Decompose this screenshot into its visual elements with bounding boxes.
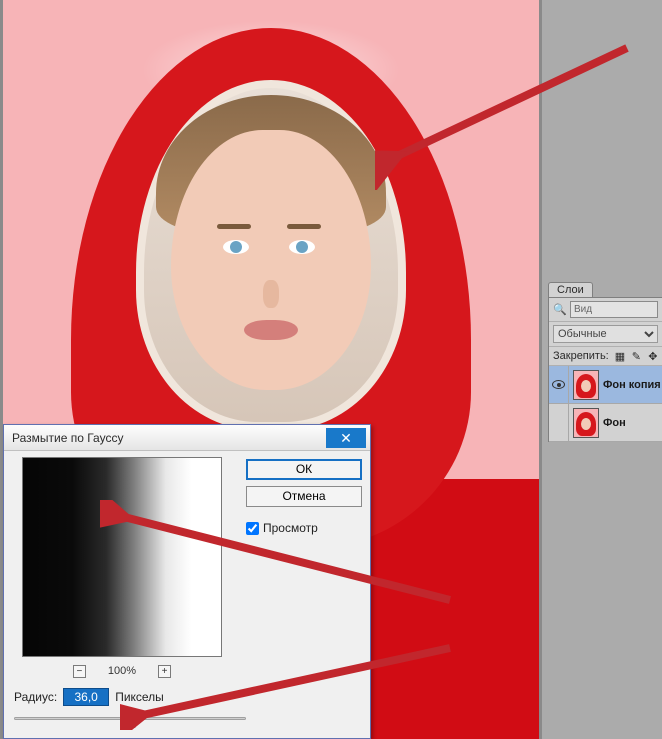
dialog-body: − 100% + ОК Отмена Просмотр Радиус: Пикс… [4, 451, 370, 738]
zoom-level: 100% [108, 665, 136, 677]
lock-position-icon[interactable]: ✥ [648, 350, 658, 362]
radius-unit: Пикселы [115, 690, 164, 704]
layers-panel-tabstrip: Слои [548, 282, 662, 298]
blend-mode-select[interactable]: Обычные [553, 325, 658, 343]
preview-checkbox-label: Просмотр [263, 521, 318, 535]
gaussian-blur-dialog: Размытие по Гауссу ✕ − 100% + ОК Отмена … [3, 424, 371, 739]
layer-row-active[interactable]: Фон копия [549, 366, 662, 404]
cancel-button[interactable]: Отмена [246, 486, 362, 507]
lips-shape [244, 320, 298, 340]
preview-checkbox[interactable] [246, 522, 259, 535]
close-button[interactable]: ✕ [326, 428, 366, 448]
radius-row: Радиус: Пикселы [14, 688, 164, 706]
layer-filter-input[interactable] [570, 301, 658, 318]
eye-left [223, 240, 249, 254]
layer-row[interactable]: Фон [549, 404, 662, 442]
search-icon: 🔍 [553, 303, 567, 317]
nose-shape [263, 280, 279, 308]
layer-visibility-toggle[interactable] [549, 404, 569, 441]
eye-right [289, 240, 315, 254]
blur-preview[interactable] [22, 457, 222, 657]
radius-input[interactable] [63, 688, 109, 706]
lock-label: Закрепить: [553, 350, 609, 362]
layers-tab[interactable]: Слои [548, 282, 593, 298]
dialog-titlebar[interactable]: Размытие по Гауссу ✕ [4, 425, 370, 451]
layer-name[interactable]: Фон [603, 417, 626, 429]
brow-left [217, 224, 251, 229]
face-shape [171, 130, 371, 390]
lock-transparency-icon[interactable]: ▦ [615, 350, 625, 362]
layer-name[interactable]: Фон копия [603, 379, 661, 391]
lock-row: Закрепить: ▦ ✎ ✥ [549, 347, 662, 366]
preview-checkbox-row[interactable]: Просмотр [246, 521, 362, 535]
dialog-title: Размытие по Гауссу [12, 431, 123, 445]
zoom-out-button[interactable]: − [73, 665, 86, 678]
zoom-in-button[interactable]: + [158, 665, 171, 678]
eye-icon [552, 380, 565, 389]
layer-thumbnail [573, 370, 599, 400]
zoom-controls: − 100% + [22, 663, 222, 679]
ok-button[interactable]: ОК [246, 459, 362, 480]
layer-thumbnail [573, 408, 599, 438]
lock-pixels-icon[interactable]: ✎ [631, 350, 641, 362]
layer-visibility-toggle[interactable] [549, 366, 569, 403]
close-icon: ✕ [340, 430, 352, 446]
layers-panel: 🔍 Обычные Закрепить: ▦ ✎ ✥ Фон копия Фон [548, 297, 662, 442]
brow-right [287, 224, 321, 229]
layer-filter-row: 🔍 [549, 298, 662, 322]
slider-thumb[interactable] [126, 712, 136, 728]
blend-mode-row: Обычные [549, 322, 662, 347]
radius-label: Радиус: [14, 690, 57, 704]
radius-slider[interactable] [14, 712, 246, 726]
